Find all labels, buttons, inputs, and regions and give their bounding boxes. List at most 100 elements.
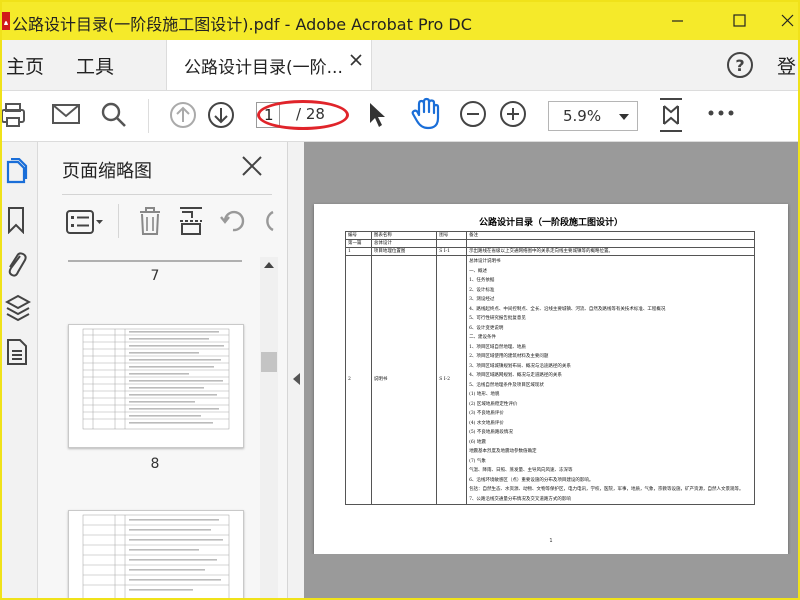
content-panel-icon[interactable]: [5, 338, 29, 366]
table-row: 2 说明书 S I-2 总体设计说明书 一、概述 1、任务依据 2、设计标准 3…: [345, 255, 755, 505]
note-line: 3、项目区域城镇规划布局、概况与沿途路径的关系: [469, 363, 571, 369]
minimize-icon[interactable]: [654, 6, 700, 36]
search-icon[interactable]: [100, 101, 128, 129]
bookmarks-icon[interactable]: [5, 206, 27, 234]
svg-text:?: ?: [735, 56, 744, 75]
pdf-page: 公路设计目录（一阶段施工图设计） 编号 图表名称 图号 备注 第一篇 总体设计 …: [314, 204, 788, 554]
note-line: 6、设计变更说明: [469, 325, 504, 331]
thumbnail-page-9-preview: [82, 514, 230, 598]
note-line: 5、沿线自然地理条件及项目区域现状: [469, 382, 544, 388]
more-options-icon[interactable]: [708, 109, 734, 117]
maximize-icon[interactable]: [716, 6, 762, 36]
note-line: 地震基本烈度及地震动参数值确定: [469, 449, 537, 454]
note-line: (1) 地形、地貌: [469, 392, 500, 397]
delete-page-icon[interactable]: [138, 206, 162, 236]
thumbnail-page-9[interactable]: [68, 510, 244, 598]
thumbnail-page-7-edge[interactable]: [68, 252, 242, 262]
thumbnail-page-8-preview: [82, 328, 230, 430]
table-header: 图表名称: [370, 231, 438, 240]
note-line: 1、任务依据: [469, 278, 495, 283]
hand-tool-icon[interactable]: [410, 97, 442, 131]
zoom-in-icon[interactable]: [498, 99, 528, 129]
rotate-clockwise-icon[interactable]: [262, 208, 274, 234]
document-viewer[interactable]: 公路设计目录（一阶段施工图设计） 编号 图表名称 图号 备注 第一篇 总体设计 …: [304, 142, 798, 598]
note-line: (3) 不良地质评价: [469, 411, 504, 416]
thumbnail-scrollbar[interactable]: [260, 257, 278, 598]
attachments-icon[interactable]: [5, 248, 27, 278]
print-icon[interactable]: [2, 101, 28, 129]
note-line: 2、设计标准: [469, 287, 495, 293]
table-cell-notes: 总体设计说明书 一、概述 1、任务依据 2、设计标准 3、测设经过 4、路线起终…: [466, 255, 755, 505]
table-row: 1 项目地理位置图 S I-1 示出路线在省级以上交通网络图中的关系走向线主要城…: [345, 247, 755, 256]
document-tab[interactable]: 公路设计目录(一阶...: [166, 40, 372, 90]
menu-home[interactable]: 主页: [6, 52, 44, 79]
email-icon[interactable]: [52, 103, 80, 125]
scrollbar-thumb[interactable]: [261, 352, 277, 372]
left-navigation-rail: [2, 142, 38, 598]
note-line: 一、概述: [469, 268, 488, 274]
table-header: 编号: [345, 231, 372, 240]
note-line: (4) 水文地质评价: [469, 420, 504, 426]
document-table: 编号 图表名称 图号 备注 第一篇 总体设计 1 项目地理位置图 S I-1 示…: [345, 231, 755, 505]
fit-page-icon[interactable]: [656, 97, 686, 133]
menu-tools[interactable]: 工具: [76, 52, 114, 79]
login-button[interactable]: 登: [777, 52, 796, 79]
panel-title: 页面缩略图: [62, 161, 152, 182]
app-window: 公路设计目录(一阶段施工图设计).pdf - Adobe Acrobat Pro…: [0, 0, 800, 600]
table-cell: 2: [345, 255, 372, 505]
viewer-gap: [304, 554, 798, 598]
thumbnail-label: 7: [150, 268, 160, 284]
note-line: (5) 不良地质路段情况: [469, 430, 513, 435]
page-thumbnails-icon[interactable]: [5, 158, 29, 186]
select-cursor-icon[interactable]: [366, 101, 388, 129]
table-cell: [436, 239, 468, 248]
scroll-up-icon[interactable]: [263, 261, 275, 269]
note-line: (6) 地震: [469, 439, 486, 445]
table-cell: 总体设计: [370, 239, 438, 248]
note-line: 3、测设经过: [469, 297, 495, 302]
note-line: 包括：自然生态、水资源、动物、文物等保护区，电力电讯，学校，医院，军事，地质，气…: [469, 487, 744, 492]
panel-collapse-handle[interactable]: [288, 142, 304, 598]
collapse-left-icon: [293, 373, 300, 385]
note-line: (7) 气象: [469, 458, 486, 464]
layers-icon[interactable]: [5, 294, 31, 322]
note-line: 7、公路沿线交通量分布情况及交叉道路方式的影响: [469, 496, 571, 502]
zoom-level-value: 5.9%: [563, 107, 602, 125]
previous-page-icon[interactable]: [168, 100, 198, 130]
close-window-icon[interactable]: [764, 6, 800, 36]
chevron-down-icon: [619, 114, 629, 120]
zoom-out-icon[interactable]: [458, 99, 488, 129]
table-cell: S I-2: [436, 255, 468, 505]
thumbnail-page-8[interactable]: [68, 324, 244, 448]
table-cell: S I-1: [436, 247, 468, 256]
table-header-row: 编号 图表名称 图号 备注: [345, 231, 755, 240]
thumbnail-list: 7 8: [38, 252, 288, 598]
title-bar: 公路设计目录(一阶段施工图设计).pdf - Adobe Acrobat Pro…: [2, 2, 798, 40]
highlight-annotation-ellipse: [257, 100, 349, 130]
close-tab-icon[interactable]: [349, 53, 363, 67]
next-page-icon[interactable]: [206, 100, 236, 130]
table-header: 备注: [466, 231, 755, 240]
document-page-number: 1: [549, 538, 553, 544]
menu-bar: 主页 工具 ? 登: [2, 40, 798, 91]
help-icon[interactable]: ?: [726, 51, 754, 79]
note-line: 6、沿线环境敏感区（点）重要设施的分布及项目建设的影响。: [469, 477, 594, 483]
rotate-counterclockwise-icon[interactable]: [220, 208, 246, 234]
thumbnail-label: 8: [150, 456, 160, 472]
zoom-level-select[interactable]: 5.9%: [548, 101, 638, 131]
table-cell: 项目地理位置图: [370, 247, 438, 256]
note-line: 二、建设条件: [469, 335, 497, 340]
panel-toolbar-divider: [118, 204, 119, 238]
note-line: 2、项目区域使用的建筑材料及主要问题: [469, 354, 549, 359]
close-panel-icon[interactable]: [241, 155, 263, 177]
document-tab-label: 公路设计目录(一阶...: [184, 58, 343, 78]
table-cell: 说明书: [370, 255, 438, 505]
note-line: 气温、降雨、日照、蒸发量、主导风向风速、冻深等: [469, 468, 573, 473]
note-line: 5、可行性研究报告批复意见: [469, 316, 526, 321]
table-cell: 1: [345, 247, 372, 256]
window-title: 公路设计目录(一阶段施工图设计).pdf - Adobe Acrobat Pro…: [12, 15, 472, 34]
extract-pages-icon[interactable]: [178, 206, 204, 236]
thumbnail-options-icon[interactable]: [66, 210, 104, 234]
note-line: 4、项目区域路网规划、概况与走道路径的关系: [469, 373, 562, 378]
note-line: 4、路线起终点、中间控制点、全长、沿线主要城镇、河流、自然及路线等有关技术标准、…: [469, 306, 666, 312]
